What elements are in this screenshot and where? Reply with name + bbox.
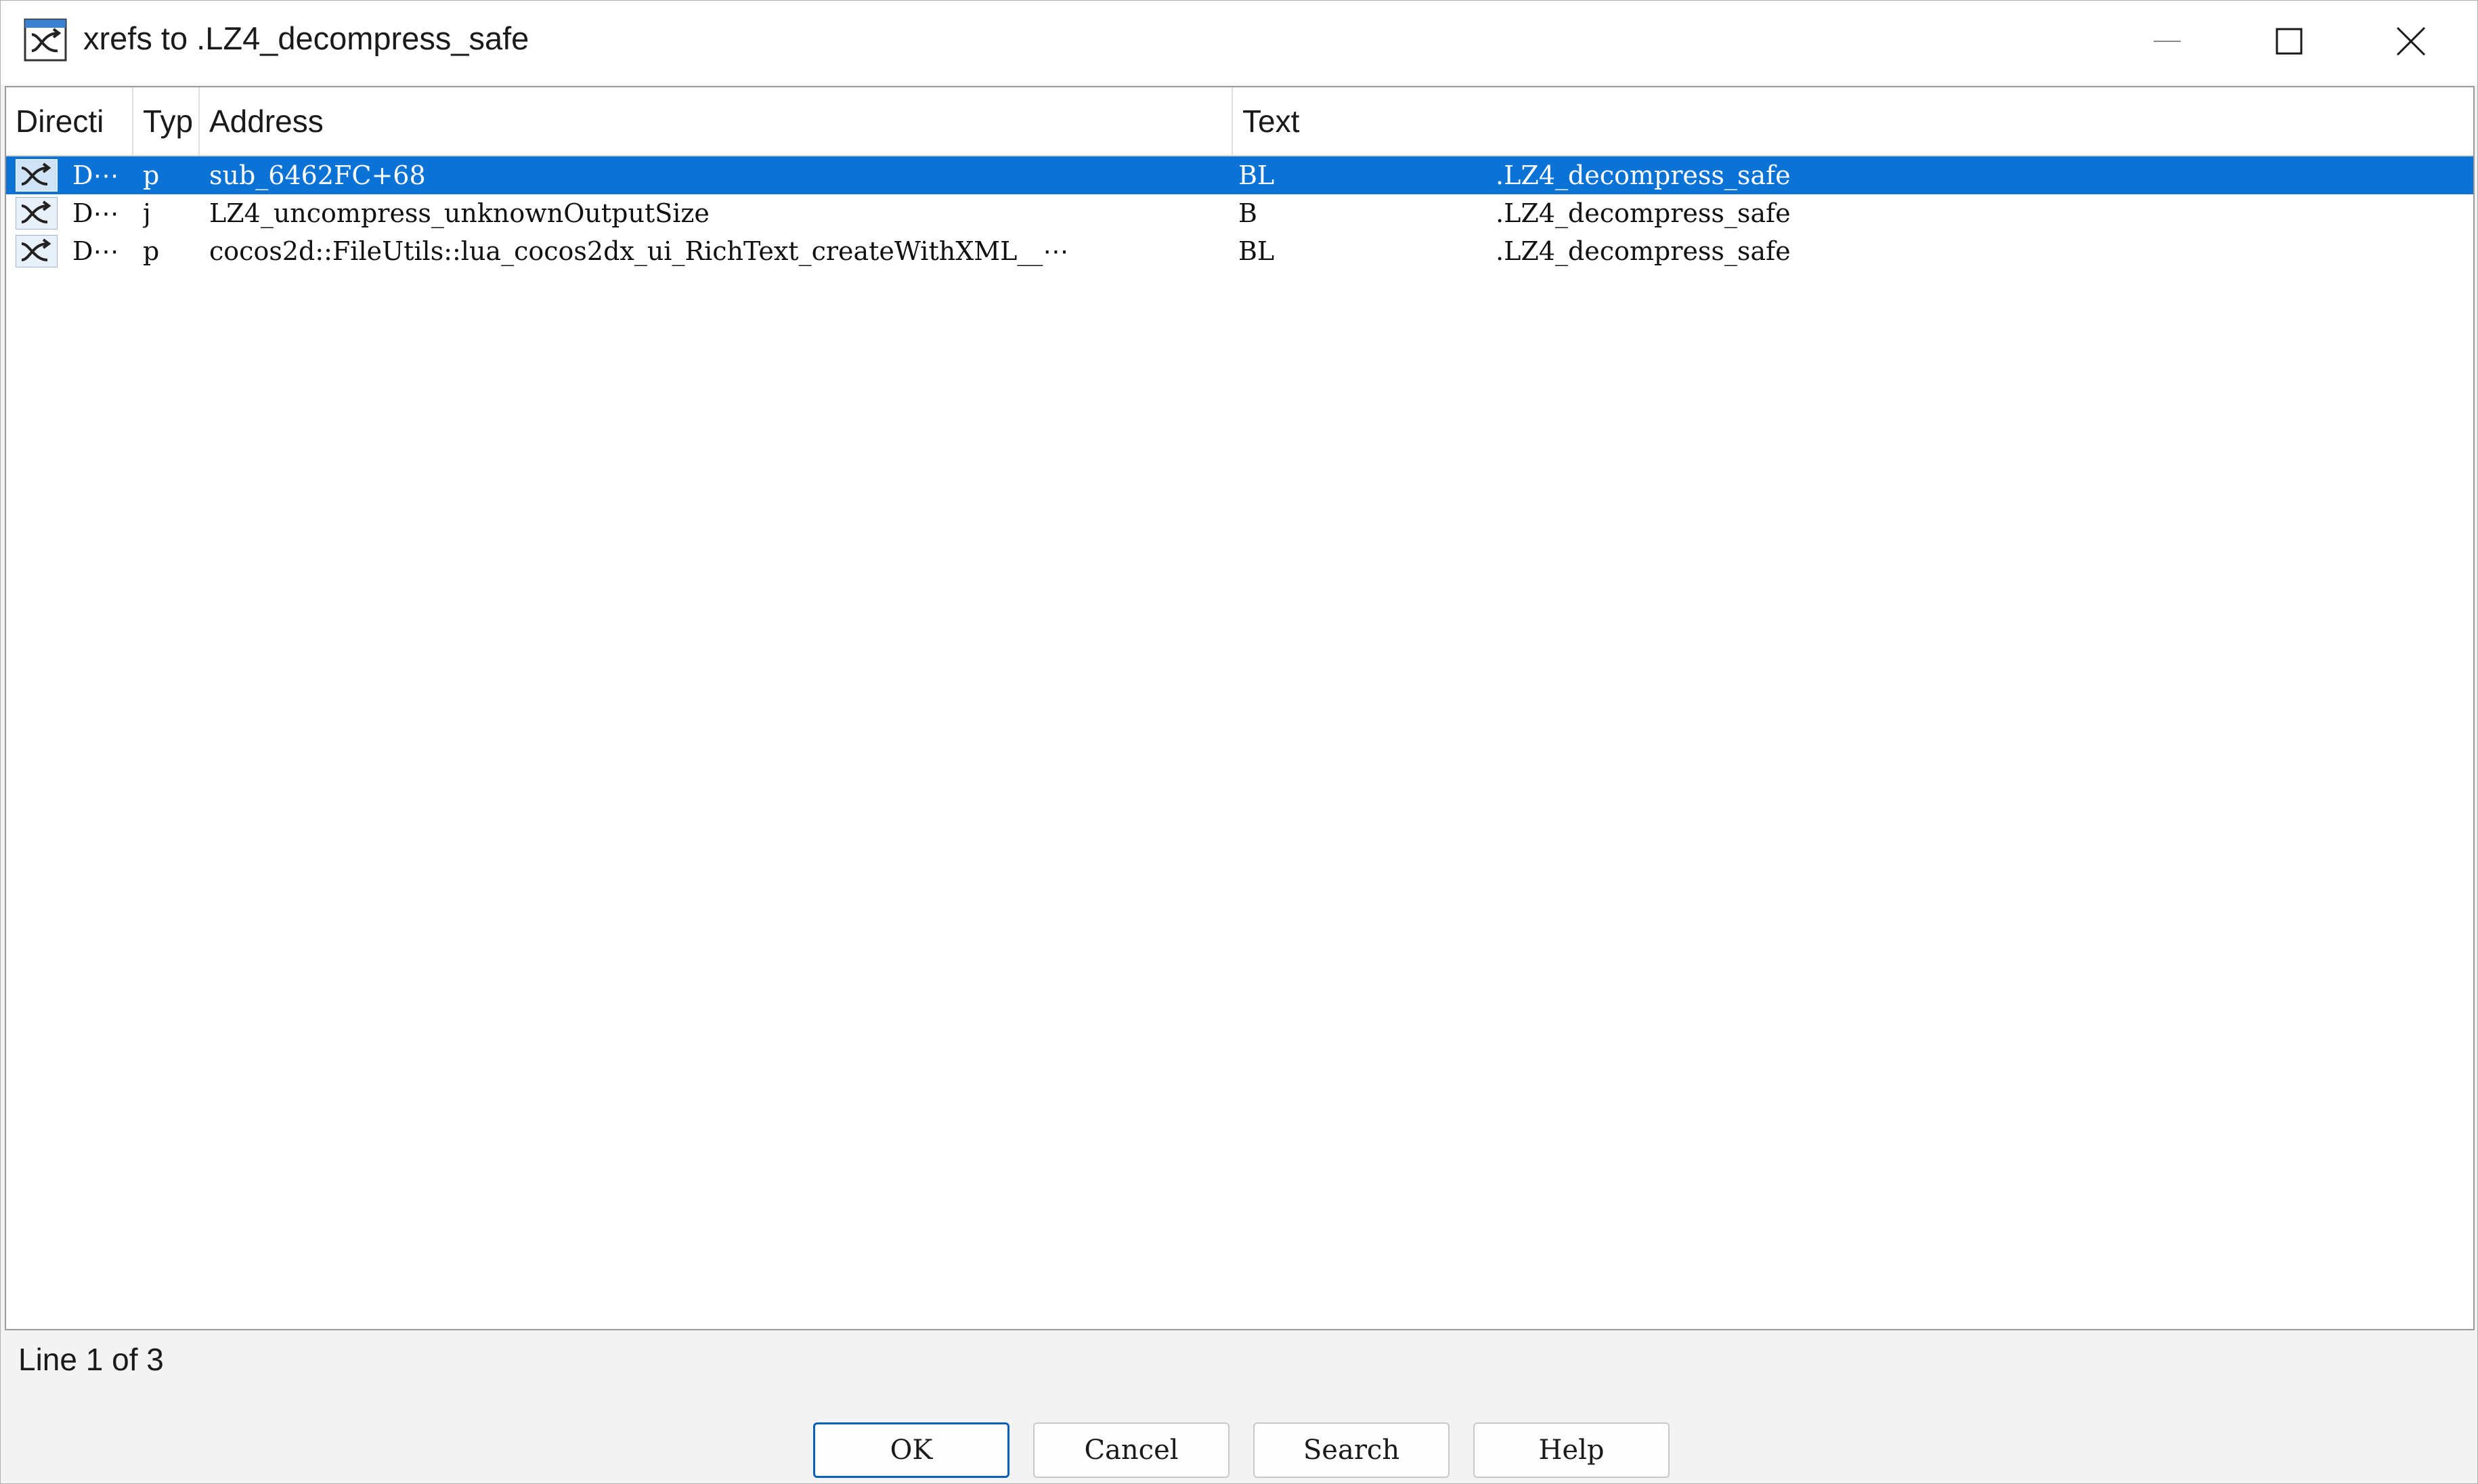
row-text-op: B <box>1238 198 1257 228</box>
xref-icon <box>16 235 58 267</box>
column-header-address[interactable]: Address <box>200 87 1233 155</box>
row-address: cocos2d::FileUtils::lua_cocos2dx_ui_Rich… <box>209 236 1069 266</box>
xref-icon <box>16 197 58 230</box>
close-icon <box>2396 26 2426 56</box>
maximize-button[interactable] <box>2228 1 2350 82</box>
row-address: sub_6462FC+68 <box>209 160 426 190</box>
table-row[interactable]: D⋯ p sub_6462FC+68 BL .LZ4_decompress_sa… <box>6 156 2473 194</box>
row-text-op: BL <box>1238 160 1275 190</box>
list-header: Directi Typ Address Text <box>6 87 2473 156</box>
row-direction: D⋯ <box>72 160 119 190</box>
row-address: LZ4_uncompress_unknownOutputSize <box>209 198 710 228</box>
table-row[interactable]: D⋯ j LZ4_uncompress_unknownOutputSize B … <box>6 194 2473 232</box>
row-direction: D⋯ <box>72 198 119 228</box>
xref-icon <box>16 159 58 192</box>
cancel-button[interactable]: Cancel <box>1033 1422 1230 1478</box>
xref-icon <box>24 18 67 62</box>
title-bar[interactable]: xrefs to .LZ4_decompress_safe <box>1 1 2477 85</box>
row-direction: D⋯ <box>72 236 119 266</box>
close-button[interactable] <box>2350 1 2472 82</box>
row-text-arg: .LZ4_decompress_safe <box>1496 236 1791 266</box>
search-button[interactable]: Search <box>1253 1422 1450 1478</box>
status-line: Line 1 of 3 <box>18 1342 164 1377</box>
column-header-direction[interactable]: Directi <box>6 87 133 155</box>
row-type: j <box>143 198 151 228</box>
help-button[interactable]: Help <box>1473 1422 1670 1478</box>
window-title: xrefs to .LZ4_decompress_safe <box>83 20 529 56</box>
xrefs-dialog: xrefs to .LZ4_decompress_safe Directi Ty… <box>0 0 2478 1484</box>
row-text-op: BL <box>1238 236 1275 266</box>
column-header-type[interactable]: Typ <box>133 87 200 155</box>
minimize-icon <box>2154 41 2181 42</box>
minimize-button[interactable] <box>2106 1 2228 82</box>
column-header-text[interactable]: Text <box>1233 87 2473 155</box>
row-text-arg: .LZ4_decompress_safe <box>1496 160 1791 190</box>
table-row[interactable]: D⋯ p cocos2d::FileUtils::lua_cocos2dx_ui… <box>6 232 2473 270</box>
ok-button[interactable]: OK <box>813 1422 1009 1478</box>
row-type: p <box>143 236 160 266</box>
xref-list[interactable]: Directi Typ Address Text D⋯ p sub_6462FC… <box>5 86 2475 1330</box>
row-text-arg: .LZ4_decompress_safe <box>1496 198 1791 228</box>
maximize-icon <box>2276 28 2303 55</box>
row-type: p <box>143 160 160 190</box>
